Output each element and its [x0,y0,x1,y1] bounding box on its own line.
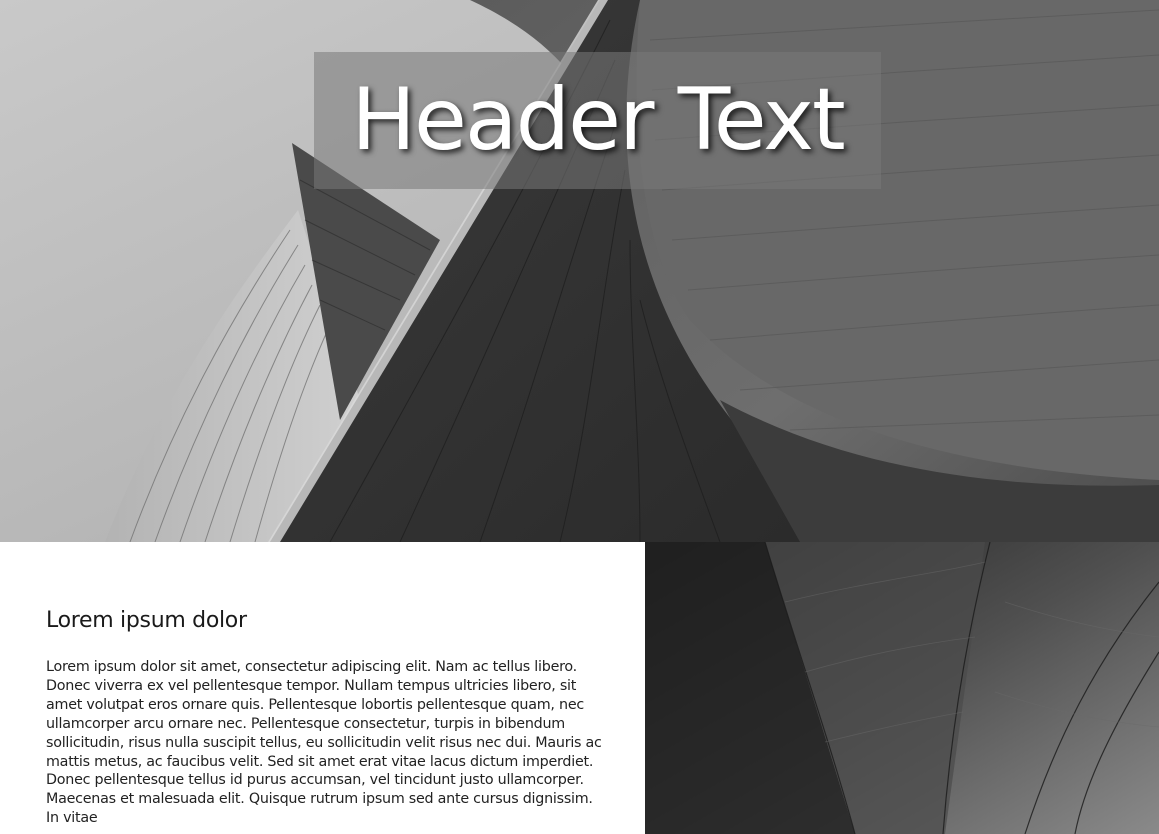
content-title: Lorem ipsum dolor [46,608,247,633]
hero-banner: Header Text [0,0,1159,542]
header-text-backdrop: Header Text [314,52,881,189]
hero-title: Header Text [351,70,845,170]
side-image-graphic [645,542,1159,834]
side-architecture-image [645,542,1159,834]
content-section: Lorem ipsum dolor Lorem ipsum dolor sit … [0,542,645,834]
content-body: Lorem ipsum dolor sit amet, consectetur … [46,659,602,827]
